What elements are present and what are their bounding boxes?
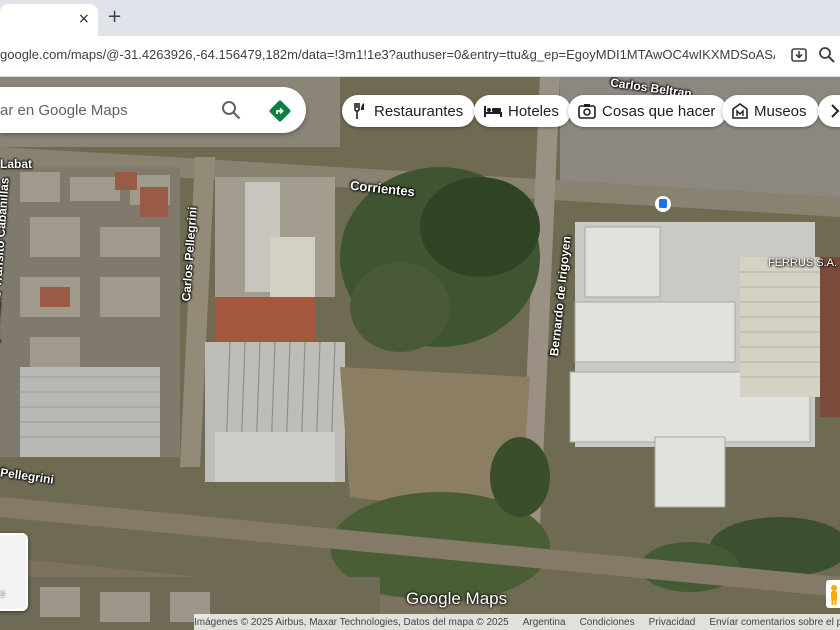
browser-toolbar: google.com/maps/@-31.4263926,-64.156479,… (0, 36, 840, 77)
museum-icon (732, 103, 748, 119)
chip-label: Hoteles (508, 102, 559, 120)
search-input[interactable] (0, 87, 210, 133)
chip-label: Restaurantes (374, 102, 464, 120)
satellite-map[interactable]: Carlos Beltran Labat Corrientes Pje. Mad… (0, 77, 840, 630)
chip-cosas-que-hacer[interactable]: Cosas que hacer (568, 95, 728, 127)
satellite-imagery (0, 77, 840, 630)
camera-icon (578, 104, 596, 119)
imagery-attribution: Imágenes © 2025 Airbus, Maxar Technologi… (194, 616, 509, 628)
install-app-icon[interactable] (789, 45, 809, 65)
search-box (0, 87, 306, 133)
zoom-icon[interactable] (817, 45, 837, 65)
attribution-bar: Imágenes © 2025 Airbus, Maxar Technologi… (194, 614, 840, 630)
google-maps-logo: Google Maps (406, 589, 508, 608)
country-link[interactable]: Argentina (523, 617, 566, 628)
directions-icon[interactable] (268, 99, 292, 123)
poi-label-ferrus[interactable]: FERRUS S.A. (768, 257, 837, 269)
terms-link[interactable]: Condiciones (580, 617, 635, 628)
tab-strip: × + (0, 0, 840, 36)
chip-hoteles[interactable]: Hoteles (474, 95, 571, 127)
address-bar[interactable]: google.com/maps/@-31.4263926,-64.156479,… (0, 47, 775, 62)
new-tab-button[interactable]: + (107, 6, 122, 27)
tab-close-icon[interactable]: × (78, 11, 90, 27)
chip-restaurantes[interactable]: Restaurantes (342, 95, 476, 127)
pegman-icon (831, 585, 837, 605)
layers-label: s (0, 589, 5, 600)
bus-stop-icon (659, 199, 667, 208)
street-label-labat: Labat (0, 157, 33, 171)
search-icon[interactable] (220, 99, 242, 121)
fork-knife-icon (354, 103, 364, 119)
privacy-link[interactable]: Privacidad (649, 617, 696, 628)
feedback-link[interactable]: Envíar comentarios sobre el prod (709, 617, 840, 628)
pegman-button[interactable] (826, 580, 840, 608)
chip-label: Museos (754, 102, 807, 120)
active-tab[interactable]: × (0, 4, 98, 36)
bed-icon (484, 106, 502, 117)
chip-label: Cosas que hacer (602, 102, 716, 120)
chip-museos[interactable]: Museos (722, 95, 819, 127)
chevron-right-icon (831, 104, 840, 118)
